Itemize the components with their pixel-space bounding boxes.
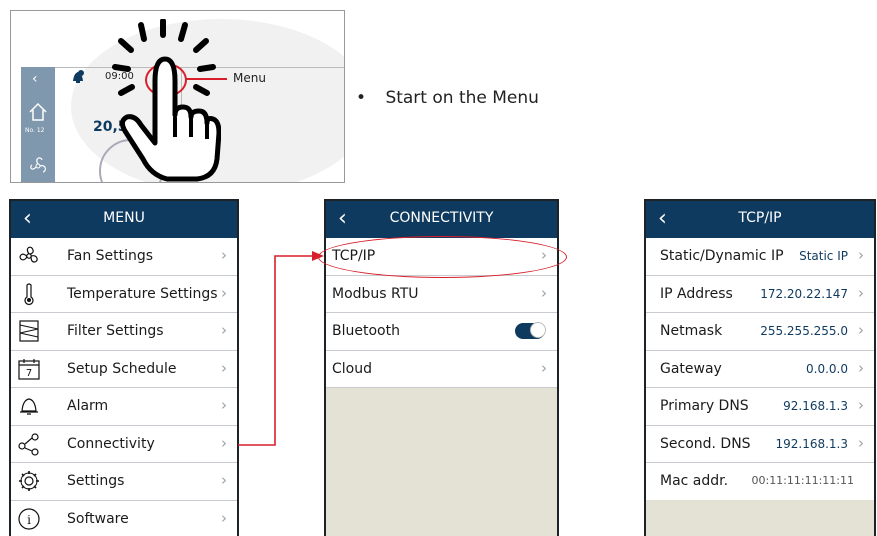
menu-item-fan-settings[interactable]: Fan Settings › [11, 238, 237, 276]
tcpip-header: ‹ TCP/IP [646, 201, 874, 238]
connectivity-item-label: Modbus RTU [332, 285, 419, 302]
chevron-right-icon: › [221, 283, 227, 302]
menu-screen: ‹ MENU Fan Settings › Temperature Settin… [9, 199, 239, 536]
menu-callout-label: Menu [233, 71, 266, 85]
thermometer-icon [17, 282, 41, 306]
menu-item-label: Filter Settings [67, 323, 164, 339]
menu-item-software[interactable]: i Software › [11, 501, 237, 536]
chevron-right-icon: › [221, 433, 227, 452]
calendar-icon: 7 [17, 357, 41, 381]
menu-item-filter-settings[interactable]: Filter Settings › [11, 313, 237, 351]
menu-snapshot: ‹ No. 12 09:00 20,5 Menu [10, 10, 345, 183]
bell-icon [17, 394, 41, 418]
fan-icon [17, 244, 41, 268]
menu-item-alarm[interactable]: Alarm › [11, 388, 237, 426]
gear-icon [17, 469, 41, 493]
tcpip-item-label: Second. DNS [660, 435, 751, 452]
mini-bell-icon [71, 69, 85, 85]
menu-item-setup-schedule[interactable]: 7 Setup Schedule › [11, 351, 237, 388]
tcpip-item-label: Static/Dynamic IP [660, 248, 784, 264]
chevron-right-icon: › [858, 321, 864, 339]
chevron-right-icon: › [221, 321, 227, 339]
tcpip-item-value: 172.20.22.147 [760, 286, 848, 301]
bluetooth-toggle[interactable] [515, 322, 546, 339]
menu-item-label: Temperature Settings [67, 285, 218, 302]
connectivity-item-cloud[interactable]: Cloud › [326, 351, 557, 388]
chevron-right-icon: › [858, 396, 864, 414]
tcpip-title: TCP/IP [738, 210, 782, 226]
mini-fan-icon [27, 155, 49, 177]
connector-arrow [238, 251, 324, 446]
instruction-bullet: • [356, 88, 367, 108]
connectivity-item-label: Cloud [332, 360, 372, 377]
connectivity-header: ‹ CONNECTIVITY [326, 201, 557, 238]
menu-item-label: Connectivity [67, 435, 155, 452]
tcpip-item-value: 192.168.1.3 [775, 436, 848, 451]
tap-hand-icon [112, 19, 221, 182]
menu-item-label: Setup Schedule [67, 360, 177, 377]
connectivity-title: CONNECTIVITY [389, 210, 494, 226]
info-glyph: i [27, 513, 31, 527]
tcpip-item-value: 00:11:11:11:11:11 [751, 474, 854, 487]
menu-item-connectivity[interactable]: Connectivity › [11, 426, 237, 463]
tcpip-item-static-dynamic[interactable]: Static/Dynamic IP Static IP › [646, 238, 874, 276]
tcpip-item-value: 0.0.0.0 [806, 361, 848, 376]
menu-item-label: Alarm [67, 398, 109, 414]
chevron-right-icon: › [541, 358, 547, 377]
chevron-right-icon: › [221, 396, 227, 414]
chevron-right-icon: › [858, 433, 864, 452]
menu-header: ‹ MENU [11, 201, 237, 238]
calendar-day: 7 [26, 368, 32, 379]
tcpip-item-ip-address[interactable]: IP Address 172.20.22.147 › [646, 276, 874, 313]
menu-title: MENU [103, 210, 145, 226]
chevron-right-icon: › [221, 358, 227, 377]
menu-item-label: Settings [67, 473, 125, 489]
tcpip-item-label: Gateway [660, 360, 722, 377]
menu-item-label: Software [67, 510, 129, 527]
tcpip-item-mac-address: Mac addr. 00:11:11:11:11:11 [646, 463, 874, 501]
share-icon [17, 432, 41, 456]
empty-area [326, 388, 557, 536]
chevron-right-icon: › [221, 508, 227, 527]
mini-home-icon [27, 101, 49, 123]
instruction: • Start on the Menu [356, 88, 539, 108]
tcpip-item-label: IP Address [660, 285, 733, 302]
tcpip-item-value: Static IP [799, 249, 848, 263]
tcpip-item-value: 92.168.1.3 [783, 399, 848, 413]
mini-back-icon: ‹ [32, 71, 38, 87]
tcpip-item-netmask[interactable]: Netmask 255.255.255.0 › [646, 313, 874, 351]
connectivity-item-modbus[interactable]: Modbus RTU › [326, 276, 557, 313]
menu-item-settings[interactable]: Settings › [11, 463, 237, 501]
filter-icon [17, 319, 41, 343]
chevron-right-icon: › [858, 358, 864, 377]
mini-sidebar: ‹ No. 12 [21, 67, 55, 182]
chevron-right-icon: › [541, 283, 547, 302]
info-icon: i [17, 507, 41, 531]
mini-no-label: No. 12 [25, 127, 45, 134]
chevron-right-icon: › [221, 246, 227, 264]
connectivity-item-bluetooth[interactable]: Bluetooth [326, 313, 557, 351]
menu-item-temperature-settings[interactable]: Temperature Settings › [11, 276, 237, 313]
chevron-right-icon: › [858, 246, 864, 264]
empty-area [646, 500, 874, 536]
tcpip-item-value: 255.255.255.0 [760, 324, 848, 338]
tcpip-item-primary-dns[interactable]: Primary DNS 92.168.1.3 › [646, 388, 874, 426]
chevron-right-icon: › [221, 471, 227, 489]
chevron-right-icon: › [858, 283, 864, 302]
tcpip-highlight-ellipse [318, 236, 567, 278]
menu-item-label: Fan Settings [67, 248, 154, 264]
tcpip-item-gateway[interactable]: Gateway 0.0.0.0 › [646, 351, 874, 388]
tcpip-item-second-dns[interactable]: Second. DNS 192.168.1.3 › [646, 426, 874, 463]
connectivity-item-label: Bluetooth [332, 323, 400, 339]
instruction-text: Start on the Menu [385, 88, 539, 108]
tcpip-item-label: Mac addr. [660, 473, 729, 489]
tcpip-screen: ‹ TCP/IP Static/Dynamic IP Static IP › I… [644, 199, 876, 536]
tcpip-item-label: Primary DNS [660, 398, 749, 414]
tcpip-item-label: Netmask [660, 323, 723, 339]
